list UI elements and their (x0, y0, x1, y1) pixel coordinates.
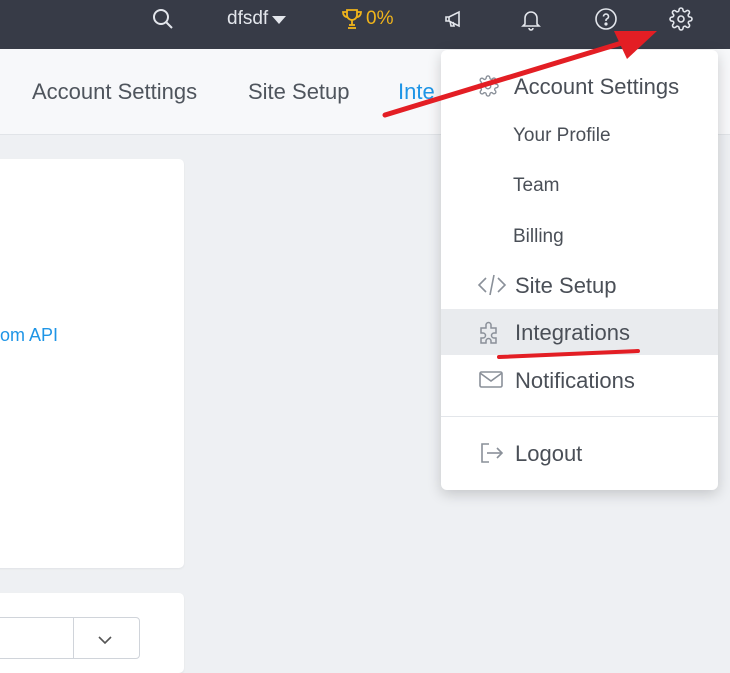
menu-item-label: Notifications (515, 368, 635, 393)
gear-icon (477, 75, 501, 101)
secondary-card (0, 593, 184, 673)
menu-item-label: Integrations (515, 320, 630, 345)
integration-card: om API (0, 159, 184, 568)
progress-value: 0% (366, 8, 394, 29)
menu-item-label: Billing (513, 226, 564, 247)
chevron-down-icon (98, 636, 112, 645)
menu-item-label: Site Setup (515, 273, 617, 298)
user-menu[interactable]: dfsdf (227, 7, 287, 31)
envelope-icon (477, 367, 507, 393)
code-icon (477, 272, 507, 298)
gear-icon[interactable] (668, 6, 694, 32)
megaphone-icon[interactable] (442, 6, 468, 32)
progress-indicator[interactable]: 0% (340, 6, 393, 32)
menu-item-account-settings[interactable]: Account Settings (441, 65, 718, 111)
top-navbar: dfsdf 0% (0, 0, 730, 49)
tab-integrations[interactable]: Inte (398, 79, 435, 105)
puzzle-icon (477, 319, 507, 345)
api-link[interactable]: om API (0, 325, 58, 346)
menu-item-notifications[interactable]: Notifications (441, 357, 718, 403)
menu-item-logout[interactable]: Logout (441, 430, 718, 476)
menu-divider (441, 416, 718, 417)
trophy-icon (342, 9, 362, 29)
menu-item-label: Account Settings (514, 74, 680, 99)
caret-down-icon (272, 16, 287, 24)
menu-item-your-profile[interactable]: Your Profile (441, 112, 718, 158)
menu-item-integrations[interactable]: Integrations (441, 309, 718, 355)
menu-item-site-setup[interactable]: Site Setup (441, 262, 718, 308)
dropdown-select[interactable] (0, 617, 140, 659)
select-divider (73, 618, 74, 658)
bell-icon[interactable] (518, 6, 544, 32)
search-icon[interactable] (150, 6, 176, 32)
tab-account-settings[interactable]: Account Settings (32, 79, 197, 105)
username-label: dfsdf (227, 8, 269, 29)
menu-item-label: Your Profile (513, 125, 611, 146)
menu-item-label: Team (513, 175, 560, 196)
settings-dropdown: Account Settings Your Profile Team Billi… (441, 50, 718, 490)
menu-item-team[interactable]: Team (441, 162, 718, 208)
menu-item-billing[interactable]: Billing (441, 213, 718, 259)
help-icon[interactable] (593, 6, 619, 32)
menu-item-label: Logout (515, 441, 583, 466)
logout-icon (477, 440, 507, 466)
tab-site-setup[interactable]: Site Setup (248, 79, 350, 105)
